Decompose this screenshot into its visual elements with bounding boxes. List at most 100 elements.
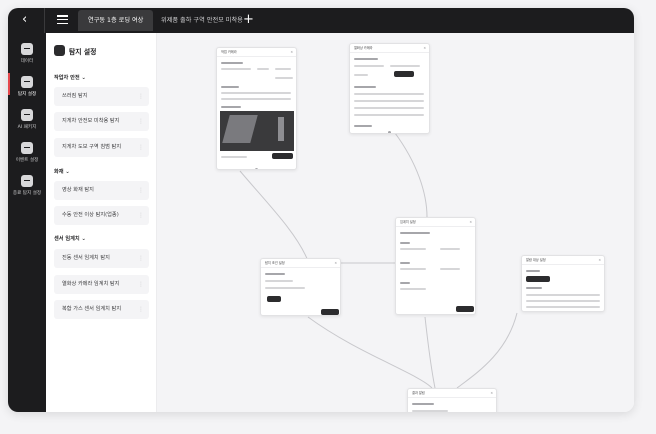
tab-1[interactable]: 연구동 1층 로딩 여상 bbox=[78, 10, 154, 31]
field-value bbox=[257, 68, 269, 70]
detection-panel: 탐지 설정 작업자 안전 ⌄ 쓰러짐 탐지 ⋮ 지게차 안전모 미착용 탐지 ⋮ 지… bbox=[46, 33, 157, 412]
table-row bbox=[354, 93, 424, 95]
home-icon bbox=[21, 175, 33, 187]
flow-canvas[interactable]: 작업 카메라 × 열화상 카메라 × 탐지 조건 설정 × 임계치 설정 × 알… bbox=[157, 33, 634, 412]
rail-item-label: 탐지 설정 bbox=[17, 92, 37, 97]
node-header: 알람 대상 설정 × bbox=[522, 256, 604, 265]
section-worker-safety[interactable]: 작업자 안전 ⌄ bbox=[54, 74, 86, 81]
close-icon[interactable]: × bbox=[490, 389, 493, 398]
divider bbox=[44, 8, 45, 33]
top-bar: ‹ 연구동 1층 로딩 여상 위제품 출하 구역 안전모 미착용 + bbox=[8, 8, 634, 33]
detection-item[interactable]: 복합 가스 센서 임계치 탐지 ⋮ bbox=[54, 300, 149, 319]
close-icon[interactable]: × bbox=[423, 44, 426, 53]
close-icon[interactable]: × bbox=[290, 48, 293, 57]
detection-item[interactable]: 지게차 안전모 미착용 탐지 ⋮ bbox=[54, 112, 149, 131]
field-value bbox=[265, 280, 293, 282]
node-header: 탐지 조건 설정 × bbox=[261, 259, 340, 268]
field-label bbox=[221, 86, 239, 88]
output-port[interactable] bbox=[255, 168, 258, 169]
detection-icon bbox=[54, 45, 65, 56]
field-value bbox=[400, 268, 426, 270]
node-option-chip[interactable] bbox=[267, 296, 281, 302]
camera-node[interactable]: 작업 카메라 × bbox=[216, 47, 297, 170]
panel-title: 탐지 설정 bbox=[69, 47, 97, 56]
rail-item-end[interactable]: 종료 탐지 설정 bbox=[8, 175, 46, 196]
database-icon bbox=[21, 43, 33, 55]
node-header: 임계치 설정 × bbox=[396, 218, 475, 227]
field-label bbox=[400, 232, 430, 234]
field-value bbox=[265, 287, 305, 289]
result-node[interactable]: 결과 알림 × bbox=[407, 388, 497, 412]
detection-item[interactable]: 진동 센서 임계치 탐지 ⋮ bbox=[54, 249, 149, 268]
close-icon[interactable]: × bbox=[334, 259, 337, 268]
menu-icon[interactable] bbox=[57, 15, 68, 25]
rail-item-label: AI 패키지 bbox=[17, 125, 37, 130]
node-option-chip[interactable] bbox=[526, 276, 550, 282]
node-header: 작업 카메라 × bbox=[217, 48, 296, 57]
detection-icon bbox=[21, 76, 33, 88]
field-label bbox=[354, 58, 378, 60]
field-value bbox=[400, 288, 426, 290]
tab-2[interactable]: 위제품 출하 구역 안전모 미착용 bbox=[151, 10, 253, 31]
camera-preview bbox=[220, 111, 294, 151]
detection-item[interactable]: 열화상 카메라 임계치 탐지 ⋮ bbox=[54, 275, 149, 294]
node-header: 결과 알림 × bbox=[408, 389, 496, 398]
rail-item-data[interactable]: 데이터 bbox=[8, 43, 46, 64]
package-icon bbox=[21, 109, 33, 121]
table-row bbox=[526, 306, 600, 308]
back-icon[interactable]: ‹ bbox=[22, 13, 36, 27]
connector-edge bbox=[239, 170, 309, 262]
close-icon[interactable]: × bbox=[469, 218, 472, 227]
field-value bbox=[412, 410, 448, 412]
rail-item-ai-package[interactable]: AI 패키지 bbox=[8, 109, 46, 130]
detection-item[interactable]: 지게차 도보 구역 침범 탐지 ⋮ bbox=[54, 138, 149, 157]
threshold-node[interactable]: 임계치 설정 × bbox=[395, 217, 476, 315]
table-row bbox=[526, 294, 600, 296]
rail-item-event[interactable]: 이벤트 설정 bbox=[8, 142, 46, 163]
node-action-button[interactable] bbox=[394, 71, 414, 77]
field-label bbox=[412, 403, 434, 405]
field-value bbox=[221, 156, 247, 158]
field-label bbox=[221, 62, 243, 64]
table-row bbox=[221, 92, 291, 94]
condition-node[interactable]: 탐지 조건 설정 × bbox=[260, 258, 341, 316]
connector-edge bbox=[424, 316, 436, 389]
table-row bbox=[354, 100, 424, 102]
close-icon[interactable]: × bbox=[598, 256, 601, 265]
field-label bbox=[526, 270, 540, 272]
section-fire[interactable]: 화재 ⌄ bbox=[54, 168, 70, 175]
app-window: ‹ 연구동 1층 로딩 여상 위제품 출하 구역 안전모 미착용 + 데이터 탐… bbox=[8, 8, 634, 412]
detection-item[interactable]: 수동 안전 이상 탐지(업종) ⋮ bbox=[54, 206, 149, 225]
node-action-button[interactable] bbox=[456, 306, 474, 312]
field-value bbox=[440, 268, 460, 270]
field-value bbox=[354, 65, 384, 67]
output-port[interactable] bbox=[388, 131, 391, 133]
rail-item-label: 데이터 bbox=[20, 59, 34, 64]
node-header: 열화상 카메라 × bbox=[350, 44, 429, 53]
node-action-button[interactable] bbox=[272, 153, 293, 159]
rail-item-detection[interactable]: 탐지 설정 bbox=[8, 76, 46, 97]
field-value bbox=[221, 68, 251, 70]
panel-header: 탐지 설정 bbox=[54, 45, 96, 56]
section-sensor[interactable]: 센서 임계치 ⌄ bbox=[54, 235, 86, 242]
field-label bbox=[265, 273, 285, 275]
field-value bbox=[354, 74, 368, 76]
field-label bbox=[354, 125, 372, 127]
node-action-button[interactable] bbox=[321, 309, 339, 315]
thermal-node[interactable]: 열화상 카메라 × bbox=[349, 43, 430, 134]
rail-item-label: 종료 탐지 설정 bbox=[12, 191, 42, 196]
field-label bbox=[400, 262, 410, 264]
add-tab-icon[interactable]: + bbox=[243, 13, 254, 27]
field-label bbox=[400, 282, 410, 284]
rail-item-label: 이벤트 설정 bbox=[15, 158, 39, 163]
detection-item[interactable]: 쓰러짐 탐지 ⋮ bbox=[54, 87, 149, 106]
alarm-node[interactable]: 알람 대상 설정 × bbox=[521, 255, 605, 312]
field-value bbox=[275, 77, 293, 79]
field-value bbox=[400, 248, 426, 250]
detection-item[interactable]: 영상 화재 탐지 ⋮ bbox=[54, 181, 149, 200]
field-label bbox=[400, 242, 410, 244]
field-label bbox=[354, 86, 376, 88]
connector-edge bbox=[307, 316, 433, 389]
table-row bbox=[526, 300, 600, 302]
filter-icon bbox=[21, 142, 33, 154]
